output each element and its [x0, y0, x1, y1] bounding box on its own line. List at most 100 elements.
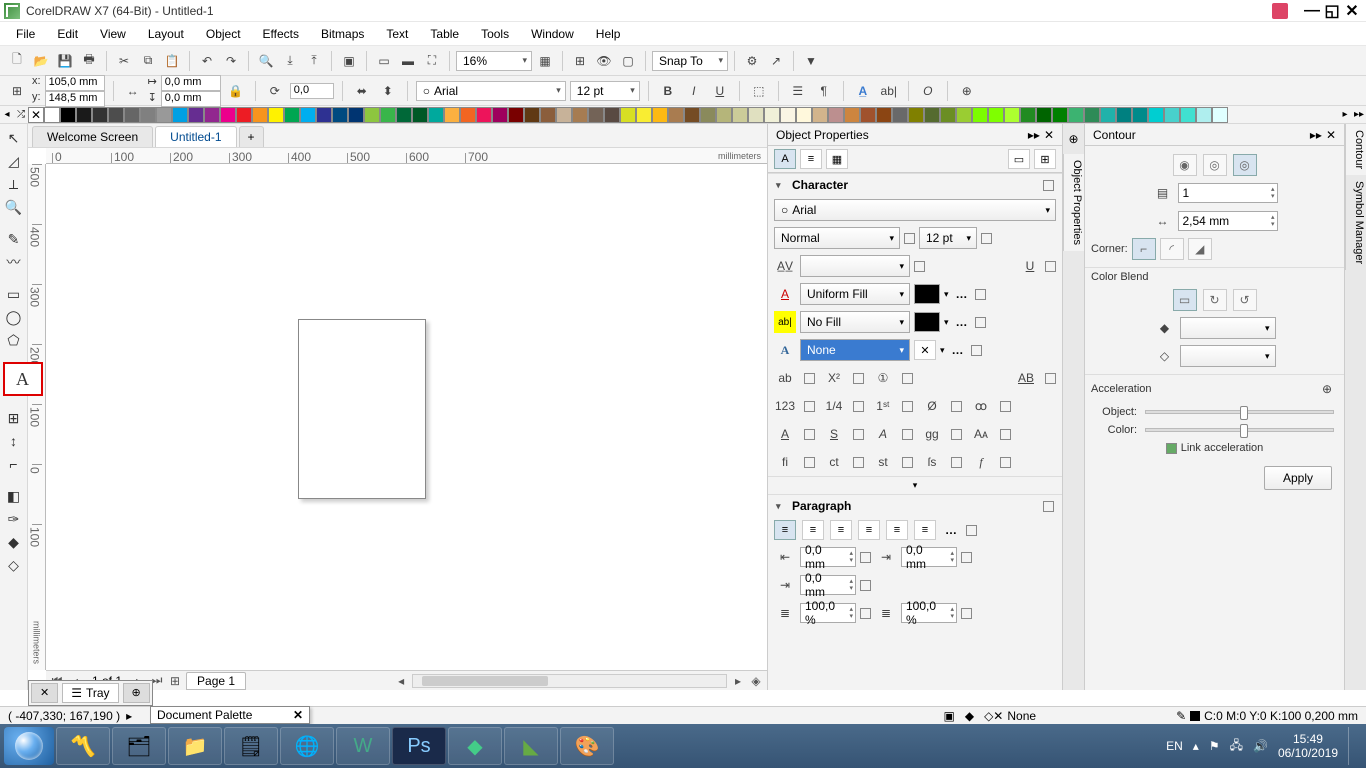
app-launcher-icon[interactable]: ▼ [800, 50, 822, 72]
menu-tools[interactable]: Tools [471, 25, 519, 43]
taskbar-notes-icon[interactable]: 🗒 [224, 727, 278, 765]
docker-pin-icon[interactable]: ▸▸ [1028, 128, 1040, 142]
doc-palette-close-icon[interactable]: ✕ [293, 708, 303, 722]
crop-tool-icon[interactable]: ⟂ [3, 174, 25, 194]
palette-right-icon[interactable]: ▸ [1338, 109, 1352, 120]
color-swatch[interactable] [1004, 107, 1020, 123]
section-paragraph[interactable]: Paragraph [768, 495, 1062, 517]
color-swatch[interactable] [156, 107, 172, 123]
fill-color-icon[interactable]: A [774, 283, 796, 305]
no-color-swatch[interactable]: ✕ [28, 107, 44, 123]
cut-icon[interactable]: ✂ [113, 50, 135, 72]
angle-field[interactable]: 0,0 [290, 83, 334, 99]
tab-welcome[interactable]: Welcome Screen [32, 126, 153, 147]
palette-more-icon[interactable]: ▸▸ [1352, 109, 1366, 120]
bg-fill-combo[interactable]: No Fill [800, 311, 910, 333]
underline-style-icon[interactable]: U [1019, 255, 1041, 277]
color-swatch[interactable] [268, 107, 284, 123]
color-swatch[interactable] [300, 107, 316, 123]
docker-add-icon[interactable]: ⊕ [1063, 124, 1084, 154]
ellipse-tool-icon[interactable]: ◯ [3, 307, 25, 327]
color-swatch[interactable] [316, 107, 332, 123]
italic-icon[interactable]: I [683, 80, 705, 102]
size-lock-icon[interactable] [981, 233, 992, 244]
menu-edit[interactable]: Edit [47, 25, 88, 43]
doubleg-icon[interactable]: gg [921, 423, 943, 445]
color-swatch[interactable] [780, 107, 796, 123]
link-accel-check[interactable] [1166, 443, 1177, 454]
color-swatch[interactable] [556, 107, 572, 123]
launch-icon[interactable]: ↗ [765, 50, 787, 72]
menu-window[interactable]: Window [521, 25, 584, 43]
color-swatch[interactable] [412, 107, 428, 123]
start-button[interactable] [4, 727, 54, 765]
tray-net-icon[interactable]: 🖧 [1230, 736, 1243, 757]
view-grid-icon[interactable]: ⊞ [1034, 149, 1056, 169]
color-swatch[interactable] [108, 107, 124, 123]
scroll-left-icon[interactable]: ◂ [394, 674, 408, 688]
color-swatch[interactable] [236, 107, 252, 123]
user-badge[interactable] [1272, 3, 1288, 19]
menu-view[interactable]: View [90, 25, 136, 43]
color-swatch[interactable] [76, 107, 92, 123]
dimension-tool-icon[interactable]: ↕ [3, 431, 25, 451]
color-swatch[interactable] [60, 107, 76, 123]
contour-close-icon[interactable]: ✕ [1326, 128, 1336, 142]
menu-table[interactable]: Table [420, 25, 469, 43]
section-character[interactable]: Character [768, 174, 1062, 196]
vtab-contour[interactable]: Contour [1345, 124, 1366, 175]
color-swatch[interactable] [972, 107, 988, 123]
color-swatch[interactable] [172, 107, 188, 123]
bg-color-chip[interactable] [914, 312, 940, 332]
tray-flag-icon[interactable]: ⚑ [1209, 739, 1220, 753]
color-swatch[interactable] [1116, 107, 1132, 123]
color-swatch[interactable] [396, 107, 412, 123]
taskbar-paint-icon[interactable]: 🎨 [560, 727, 614, 765]
menu-text[interactable]: Text [376, 25, 418, 43]
slash-icon[interactable]: Ø [921, 395, 943, 417]
swash-icon[interactable]: ꝏ [970, 395, 992, 417]
contour-outside-icon[interactable]: ◎ [1233, 154, 1257, 176]
copy-icon[interactable]: ⧉ [137, 50, 159, 72]
spacing-before-field[interactable]: 100,0 % [800, 603, 856, 623]
allcaps-icon[interactable]: AB [1015, 367, 1037, 389]
x-field[interactable]: 105,0 mm [45, 75, 105, 91]
color-swatch[interactable] [956, 107, 972, 123]
char-size-combo[interactable]: 12 pt [919, 227, 977, 249]
rulers-icon[interactable]: ⊞ [569, 50, 591, 72]
color-swatch[interactable] [92, 107, 108, 123]
tray-vol-icon[interactable]: 🔊 [1253, 739, 1268, 753]
color-swatch[interactable] [1052, 107, 1068, 123]
fill-type-combo[interactable]: Uniform Fill [800, 283, 910, 305]
color-swatch[interactable] [508, 107, 524, 123]
super-icon[interactable]: X² [823, 367, 845, 389]
color-swatch[interactable] [844, 107, 860, 123]
smallcap-icon[interactable]: Aᴀ [970, 423, 992, 445]
indent-left-icon[interactable]: ⇤ [774, 546, 796, 568]
color-swatch[interactable] [140, 107, 156, 123]
fill-tool-icon[interactable]: ◆ [3, 532, 25, 552]
outline-icon[interactable]: A [774, 339, 796, 361]
expand-char-icon[interactable]: ▾ [913, 480, 918, 491]
eyedropper-tool-icon[interactable]: ✑ [3, 509, 25, 529]
color-swatch[interactable] [700, 107, 716, 123]
redo-icon[interactable]: ↷ [220, 50, 242, 72]
view-toggle-icon[interactable]: ▭ [1008, 149, 1030, 169]
taskbar-winamp-icon[interactable]: 〽️ [56, 727, 110, 765]
color-swatch[interactable] [1100, 107, 1116, 123]
style-lock-icon[interactable] [904, 233, 915, 244]
taskbar-explorer-icon[interactable]: 📁 [168, 727, 222, 765]
zoom-levels-icon[interactable]: ▦ [534, 50, 556, 72]
color-swatch[interactable] [716, 107, 732, 123]
tab-fill-icon[interactable]: ≡ [800, 149, 822, 169]
page[interactable] [298, 319, 426, 499]
color-swatch[interactable] [812, 107, 828, 123]
zoom-combo[interactable]: 16% [456, 51, 532, 71]
color-swatch[interactable] [684, 107, 700, 123]
align-center-icon[interactable]: ≡ [802, 520, 824, 540]
fill-end-color[interactable] [1180, 317, 1276, 339]
corner-bevel-icon[interactable]: ◢ [1188, 238, 1212, 260]
strike-icon[interactable]: S [823, 423, 845, 445]
align-more-icon[interactable]: … [942, 520, 960, 540]
page-tab[interactable]: Page 1 [186, 672, 246, 690]
